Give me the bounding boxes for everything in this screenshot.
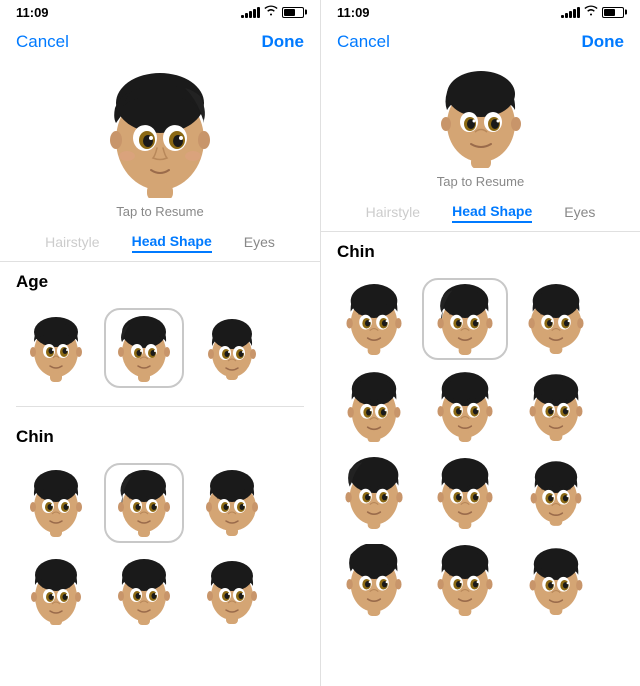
avatar-face-right[interactable] xyxy=(431,68,531,168)
wifi-icon-right xyxy=(584,5,598,19)
age-grid xyxy=(0,308,320,388)
battery-icon-right xyxy=(602,7,624,18)
age-option-1[interactable] xyxy=(16,308,96,388)
chin-title-right: Chin xyxy=(337,242,624,262)
r-chin-2[interactable] xyxy=(422,278,508,360)
chin-option-2[interactable] xyxy=(104,463,184,543)
signal-icon-right xyxy=(561,6,580,18)
chin-grid-left xyxy=(0,463,320,631)
left-panel: 11:09 Cancel Done xyxy=(0,0,320,686)
tab-hairstyle-left[interactable]: Hairstyle xyxy=(45,234,99,252)
r-chin-1[interactable] xyxy=(331,278,417,360)
status-time-right: 11:09 xyxy=(337,5,370,20)
r-chin-5[interactable] xyxy=(422,365,508,447)
status-bar-left: 11:09 xyxy=(0,0,320,24)
r-chin-7[interactable] xyxy=(331,452,417,534)
age-title: Age xyxy=(16,272,304,292)
tab-eyes-right[interactable]: Eyes xyxy=(564,204,595,222)
chin-option-4[interactable] xyxy=(16,551,96,631)
age-option-3[interactable] xyxy=(192,308,272,388)
divider-left xyxy=(16,406,304,407)
avatar-preview-left[interactable]: Tap to Resume xyxy=(0,60,320,227)
age-option-2[interactable] xyxy=(104,308,184,388)
tap-to-resume-right: Tap to Resume xyxy=(437,174,524,189)
done-button-left[interactable]: Done xyxy=(262,32,305,52)
status-time-left: 11:09 xyxy=(16,5,49,20)
done-button-right[interactable]: Done xyxy=(582,32,625,52)
tab-strip-right: Hairstyle Head Shape Eyes xyxy=(321,197,640,232)
avatar-preview-right[interactable]: Tap to Resume xyxy=(321,60,640,197)
r-chin-3[interactable] xyxy=(513,278,599,360)
status-icons-left xyxy=(241,5,304,19)
chin-grid-right xyxy=(321,278,640,621)
chin-option-3[interactable] xyxy=(192,463,272,543)
r-chin-8[interactable] xyxy=(422,452,508,534)
r-chin-6[interactable] xyxy=(513,365,599,447)
tab-hairstyle-right[interactable]: Hairstyle xyxy=(366,204,420,222)
chin-title-left: Chin xyxy=(16,427,304,447)
status-bar-right: 11:09 xyxy=(321,0,640,24)
chin-option-1[interactable] xyxy=(16,463,96,543)
tap-to-resume-left: Tap to Resume xyxy=(116,204,203,219)
r-chin-12[interactable] xyxy=(513,539,599,621)
r-chin-9[interactable] xyxy=(513,452,599,534)
chin-option-5[interactable] xyxy=(104,551,184,631)
avatar-face-left[interactable] xyxy=(95,68,225,198)
right-panel: 11:09 Cancel Done xyxy=(320,0,640,686)
tab-headshape-right[interactable]: Head Shape xyxy=(452,203,532,223)
tab-strip-left: Hairstyle Head Shape Eyes xyxy=(0,227,320,262)
chin-section-right: Chin xyxy=(321,232,640,278)
r-chin-11[interactable] xyxy=(422,539,508,621)
wifi-icon-left xyxy=(264,5,278,19)
tab-headshape-left[interactable]: Head Shape xyxy=(132,233,212,253)
battery-icon-left xyxy=(282,7,304,18)
nav-bar-right: Cancel Done xyxy=(321,24,640,60)
r-chin-4[interactable] xyxy=(331,365,417,447)
age-section: Age xyxy=(0,262,320,308)
r-chin-10[interactable] xyxy=(331,539,417,621)
cancel-button-left[interactable]: Cancel xyxy=(16,32,69,52)
status-icons-right xyxy=(561,5,624,19)
chin-section-left: Chin xyxy=(0,417,320,463)
tab-eyes-left[interactable]: Eyes xyxy=(244,234,275,252)
nav-bar-left: Cancel Done xyxy=(0,24,320,60)
cancel-button-right[interactable]: Cancel xyxy=(337,32,390,52)
chin-option-6[interactable] xyxy=(192,551,272,631)
signal-icon-left xyxy=(241,6,260,18)
